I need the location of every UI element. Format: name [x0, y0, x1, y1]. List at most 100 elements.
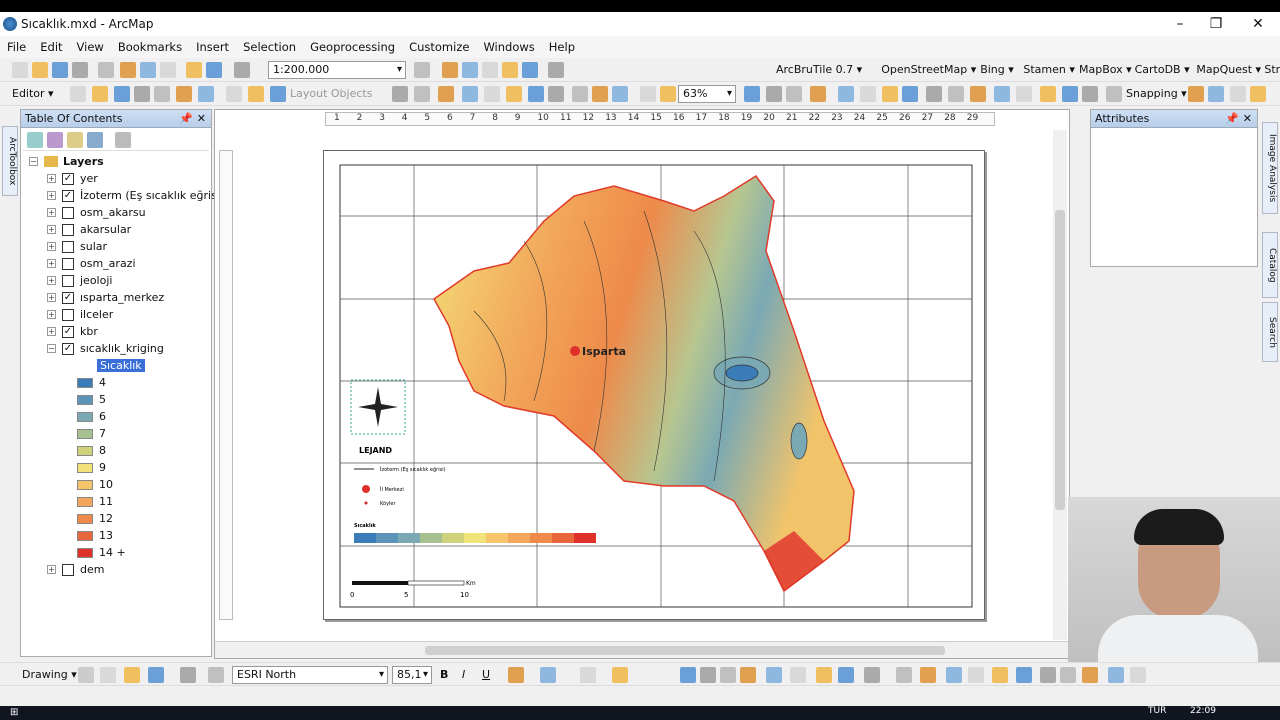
- layer-checkbox[interactable]: ✓: [62, 172, 74, 185]
- layer-row-8[interactable]: + ilceler: [47, 306, 113, 323]
- layer-row-7[interactable]: + ✓ ısparta_merkez: [47, 289, 164, 306]
- layer-checkbox[interactable]: [62, 257, 74, 270]
- color-swatch[interactable]: [77, 479, 93, 490]
- drawing-tool-9-icon[interactable]: [680, 667, 696, 683]
- standard-tool-2-icon[interactable]: [52, 62, 68, 78]
- drawing-tool-20-icon[interactable]: [946, 667, 962, 683]
- expand-icon[interactable]: +: [47, 259, 56, 268]
- field-row[interactable]: Sıcaklık: [97, 357, 145, 374]
- legend-class-1[interactable]: 5: [77, 391, 106, 408]
- expand-icon[interactable]: −: [47, 344, 56, 353]
- editor-tool-1-icon[interactable]: [92, 86, 108, 102]
- layer-row-10[interactable]: − ✓ sıcaklık_kriging: [47, 340, 164, 357]
- editor-tool-40-icon[interactable]: [1188, 86, 1204, 102]
- arctoolbox-tab[interactable]: ArcToolbox: [2, 126, 18, 196]
- standard-tool-12-icon[interactable]: [442, 62, 458, 78]
- drawing-tool-1-icon[interactable]: [124, 667, 140, 683]
- editor-tool-4-icon[interactable]: [154, 86, 170, 102]
- maximize-button[interactable]: ❐: [1196, 12, 1236, 36]
- expand-icon[interactable]: +: [47, 242, 56, 251]
- layer-row-1[interactable]: + ✓ İzoterm (Eş sıcaklık eğrisi): [47, 187, 224, 204]
- drawing-tool-12-icon[interactable]: [740, 667, 756, 683]
- menu-view[interactable]: View: [70, 40, 111, 54]
- editor-tool-20-icon[interactable]: [612, 86, 628, 102]
- search-tab[interactable]: Search: [1262, 302, 1278, 362]
- layer-checkbox[interactable]: [62, 563, 74, 576]
- drawing-tool-16-icon[interactable]: [838, 667, 854, 683]
- color-swatch[interactable]: [77, 411, 93, 422]
- layer-row-9[interactable]: + ✓ kbr: [47, 323, 98, 340]
- basemap-menu-7[interactable]: Strava ▾: [1264, 61, 1280, 79]
- menu-customize[interactable]: Customize: [402, 40, 476, 54]
- editor-tool-36-icon[interactable]: [1040, 86, 1056, 102]
- layer-checkbox[interactable]: [62, 206, 74, 219]
- drawing-tool-21-icon[interactable]: [968, 667, 984, 683]
- collapse-icon[interactable]: −: [29, 157, 38, 166]
- standard-tool-7-icon[interactable]: [160, 62, 176, 78]
- editor-tool-6-icon[interactable]: [198, 86, 214, 102]
- layer-checkbox[interactable]: [62, 274, 74, 287]
- color-swatch[interactable]: [77, 496, 93, 507]
- editor-tool-27-icon[interactable]: [838, 86, 854, 102]
- menu-help[interactable]: Help: [542, 40, 582, 54]
- editor-tool-39-icon[interactable]: [1106, 86, 1122, 102]
- editor-tool-8-icon[interactable]: [248, 86, 264, 102]
- list-by-drawing-order-icon[interactable]: [27, 132, 43, 148]
- editor-tool-14-icon[interactable]: [484, 86, 500, 102]
- basemap-menu-4[interactable]: MapBox ▾: [1079, 61, 1132, 79]
- layers-root[interactable]: − Layers: [29, 153, 104, 170]
- editor-tool-30-icon[interactable]: [902, 86, 918, 102]
- editor-tool-11-icon[interactable]: [414, 86, 430, 102]
- legend-class-8[interactable]: 12: [77, 510, 113, 527]
- drawing-tool-24-icon[interactable]: [1040, 667, 1056, 683]
- editor-tool-24-icon[interactable]: [766, 86, 782, 102]
- standard-tool-0-icon[interactable]: [12, 62, 28, 78]
- editor-tool-18-icon[interactable]: [572, 86, 588, 102]
- menu-bookmarks[interactable]: Bookmarks: [111, 40, 189, 54]
- editor-tool-2-icon[interactable]: [114, 86, 130, 102]
- standard-tool-15-icon[interactable]: [502, 62, 518, 78]
- layer-checkbox[interactable]: [62, 308, 74, 321]
- italic-button[interactable]: I: [462, 666, 465, 684]
- editor-tool-31-icon[interactable]: [926, 86, 942, 102]
- editor-tool-33-icon[interactable]: [970, 86, 986, 102]
- close-icon[interactable]: ✕: [197, 110, 206, 128]
- editor-tool-16-icon[interactable]: [528, 86, 544, 102]
- editor-tool-29-icon[interactable]: [882, 86, 898, 102]
- editor-tool-37-icon[interactable]: [1062, 86, 1078, 102]
- drawing-tool-27-icon[interactable]: [1108, 667, 1124, 683]
- editor-tool-17-icon[interactable]: [548, 86, 564, 102]
- layout-view[interactable]: 1 2 3 4 5 6 7 8 9 10 11 12 13 14 15 16 17 18 19 20 21 22 23 24 2…: [214, 109, 1070, 659]
- editor-tool-41-icon[interactable]: [1208, 86, 1224, 102]
- legend-class-2[interactable]: 6: [77, 408, 106, 425]
- editor-tool-34-icon[interactable]: [994, 86, 1010, 102]
- font-size-combo[interactable]: 85,1: [392, 666, 432, 684]
- editor-tool-13-icon[interactable]: [462, 86, 478, 102]
- layer-checkbox[interactable]: ✓: [62, 189, 74, 202]
- minimize-button[interactable]: –: [1160, 12, 1200, 36]
- editor-tool-3-icon[interactable]: [134, 86, 150, 102]
- menu-edit[interactable]: Edit: [33, 40, 69, 54]
- drawing-tool-10-icon[interactable]: [700, 667, 716, 683]
- drawing-tool-25-icon[interactable]: [1060, 667, 1076, 683]
- close-button[interactable]: ✕: [1238, 12, 1278, 36]
- layer-checkbox[interactable]: [62, 240, 74, 253]
- editor-tool-26-icon[interactable]: [810, 86, 826, 102]
- color-swatch[interactable]: [77, 462, 93, 473]
- drawing-tool-8-icon[interactable]: [612, 667, 628, 683]
- drawing-tool-17-icon[interactable]: [864, 667, 880, 683]
- editor-menu[interactable]: Editor ▾: [12, 85, 54, 103]
- legend-class-4[interactable]: 8: [77, 442, 106, 459]
- font-combo[interactable]: ESRI North: [232, 666, 388, 684]
- color-swatch[interactable]: [77, 377, 93, 388]
- layer-row-5[interactable]: + osm_arazi: [47, 255, 136, 272]
- image-analysis-tab[interactable]: Image Analysis: [1262, 122, 1278, 214]
- color-swatch[interactable]: [77, 530, 93, 541]
- layer-row-dem[interactable]: + dem: [47, 561, 104, 578]
- menu-insert[interactable]: Insert: [189, 40, 236, 54]
- map-frame[interactable]: Isparta LEJAND İzoterm (Eş sıcaklık eğri…: [324, 151, 986, 621]
- drawing-menu[interactable]: Drawing ▾: [22, 666, 77, 684]
- legend-class-3[interactable]: 7: [77, 425, 106, 442]
- editor-tool-22-icon[interactable]: [660, 86, 676, 102]
- color-swatch[interactable]: [77, 445, 93, 456]
